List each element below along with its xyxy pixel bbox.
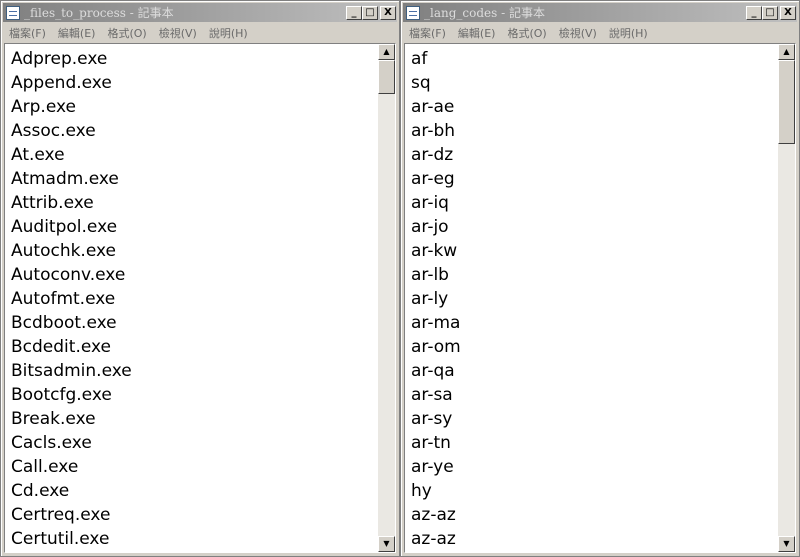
window-title: _lang_codes - 記事本 <box>424 6 545 20</box>
menu-help[interactable]: 說明(H) <box>603 25 654 41</box>
menu-format[interactable]: 格式(O) <box>101 25 152 41</box>
notepad-icon[interactable] <box>406 5 420 20</box>
text-line: Atmadm.exe <box>11 169 119 189</box>
text-line: Certreq.exe <box>11 505 111 525</box>
editor-area[interactable]: Adprep.exe Append.exe Arp.exe Assoc.exe … <box>4 43 396 553</box>
scroll-thumb[interactable] <box>378 60 395 94</box>
text-content[interactable]: Adprep.exe Append.exe Arp.exe Assoc.exe … <box>5 44 378 552</box>
notepad-window-files: _files_to_process - 記事本 _ □ X 檔案(F) 編輯(E… <box>0 0 400 557</box>
text-line: ar-sy <box>411 409 453 429</box>
text-line: Bitsadmin.exe <box>11 361 132 381</box>
text-line: ar-kw <box>411 241 458 261</box>
scroll-down-icon[interactable]: ▼ <box>778 536 795 552</box>
text-line: ar-ly <box>411 289 449 309</box>
menu-edit[interactable]: 編輯(E) <box>452 25 502 41</box>
text-line: ar-eg <box>411 169 455 189</box>
menu-bar: 檔案(F) 編輯(E) 格式(O) 檢視(V) 說明(H) <box>3 23 397 42</box>
text-line: Autochk.exe <box>11 241 116 261</box>
text-line: ar-jo <box>411 217 449 237</box>
text-line: ar-dz <box>411 145 454 165</box>
scroll-down-icon[interactable]: ▼ <box>378 536 395 552</box>
menu-view[interactable]: 檢視(V) <box>153 25 203 41</box>
text-line: af <box>411 49 428 69</box>
menu-file[interactable]: 檔案(F) <box>3 25 52 41</box>
text-line: ar-bh <box>411 121 456 141</box>
title-bar[interactable]: _lang_codes - 記事本 _ □ X <box>403 3 797 22</box>
menu-format[interactable]: 格式(O) <box>501 25 552 41</box>
text-line: Cacls.exe <box>11 433 92 453</box>
scroll-thumb[interactable] <box>778 60 795 144</box>
text-line: Append.exe <box>11 73 112 93</box>
editor-area[interactable]: af sq ar-ae ar-bh ar-dz ar-eg ar-iq ar-j… <box>404 43 796 553</box>
text-line: ar-sa <box>411 385 453 405</box>
text-line: Arp.exe <box>11 97 76 117</box>
scroll-up-icon[interactable]: ▲ <box>378 44 395 60</box>
text-line: Certutil.exe <box>11 529 110 549</box>
text-line: Attrib.exe <box>11 193 94 213</box>
text-line: Adprep.exe <box>11 49 108 69</box>
text-line: sq <box>411 73 431 93</box>
maximize-button[interactable]: □ <box>762 5 778 20</box>
menu-bar: 檔案(F) 編輯(E) 格式(O) 檢視(V) 說明(H) <box>403 23 797 42</box>
vertical-scrollbar[interactable]: ▲ ▼ <box>778 44 795 552</box>
text-line: ar-ae <box>411 97 455 117</box>
text-line: ar-iq <box>411 193 449 213</box>
notepad-window-lang-codes: _lang_codes - 記事本 _ □ X 檔案(F) 編輯(E) 格式(O… <box>400 0 800 557</box>
text-line: Bootcfg.exe <box>11 385 112 405</box>
vertical-scrollbar[interactable]: ▲ ▼ <box>378 44 395 552</box>
close-button[interactable]: X <box>380 5 396 20</box>
text-line: ar-ye <box>411 457 454 477</box>
text-line: At.exe <box>11 145 65 165</box>
title-bar[interactable]: _files_to_process - 記事本 _ □ X <box>3 3 397 22</box>
text-line: az-az <box>411 505 456 525</box>
text-line: az-az <box>411 529 456 549</box>
close-button[interactable]: X <box>780 5 796 20</box>
text-line: Assoc.exe <box>11 121 96 141</box>
minimize-button[interactable]: _ <box>346 5 362 20</box>
text-line: Auditpol.exe <box>11 217 118 237</box>
maximize-button[interactable]: □ <box>362 5 378 20</box>
menu-view[interactable]: 檢視(V) <box>553 25 603 41</box>
text-line: ar-om <box>411 337 461 357</box>
minimize-button[interactable]: _ <box>746 5 762 20</box>
text-line: ar-tn <box>411 433 451 453</box>
text-content[interactable]: af sq ar-ae ar-bh ar-dz ar-eg ar-iq ar-j… <box>405 44 778 552</box>
text-line: hy <box>411 481 432 501</box>
text-line: Autofmt.exe <box>11 289 116 309</box>
text-line: Call.exe <box>11 457 79 477</box>
text-line: Break.exe <box>11 409 96 429</box>
window-title: _files_to_process - 記事本 <box>24 6 174 20</box>
text-line: Cd.exe <box>11 481 70 501</box>
menu-file[interactable]: 檔案(F) <box>403 25 452 41</box>
menu-help[interactable]: 說明(H) <box>203 25 254 41</box>
text-line: Bcdboot.exe <box>11 313 117 333</box>
scroll-up-icon[interactable]: ▲ <box>778 44 795 60</box>
text-line: ar-lb <box>411 265 449 285</box>
text-line: ar-qa <box>411 361 455 381</box>
notepad-icon[interactable] <box>6 5 20 20</box>
text-line: ar-ma <box>411 313 461 333</box>
menu-edit[interactable]: 編輯(E) <box>52 25 102 41</box>
text-line: Bcdedit.exe <box>11 337 111 357</box>
text-line: Autoconv.exe <box>11 265 126 285</box>
